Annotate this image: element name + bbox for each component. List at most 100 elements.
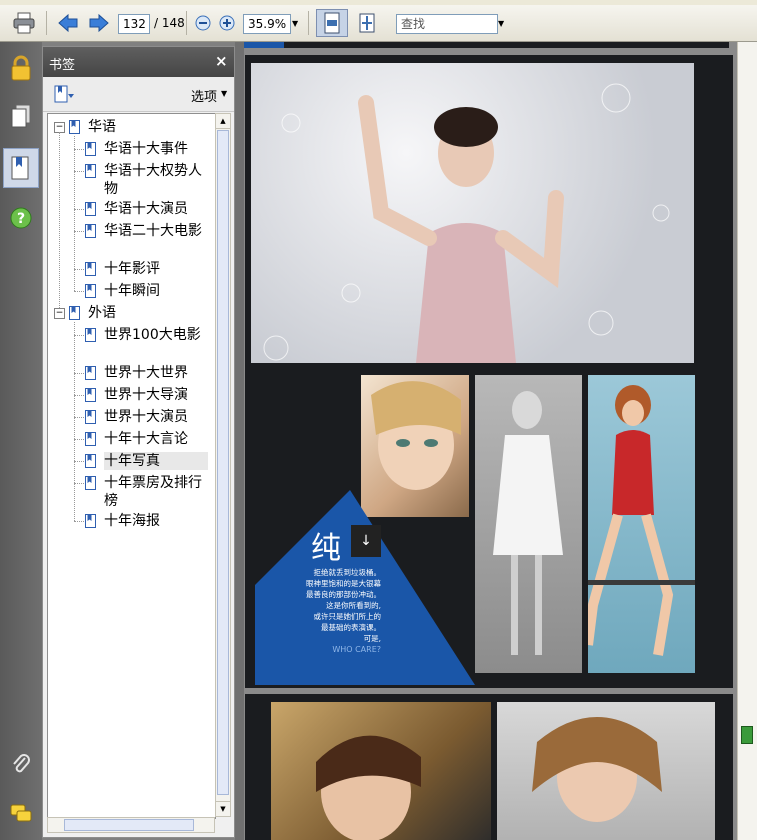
tree-line <box>74 395 84 396</box>
bookmark-item[interactable]: 十年影评 <box>104 260 208 278</box>
bookmark-group-foreign[interactable]: 外语 <box>88 304 208 322</box>
photo-next-right <box>497 702 715 840</box>
poem-line: 拒绝就丢到垃圾桶。 <box>313 568 382 577</box>
tree-line <box>59 132 60 312</box>
new-bookmark-button[interactable] <box>53 84 75 108</box>
prev-page-button[interactable] <box>55 9 81 37</box>
lock-icon <box>11 55 31 81</box>
tree-line <box>74 373 84 374</box>
tree-line <box>74 231 84 232</box>
security-button[interactable] <box>5 52 37 84</box>
bookmark-icon <box>69 120 80 134</box>
document-vertical-scrollbar[interactable] <box>737 42 757 840</box>
document-scroll-thumb[interactable] <box>741 726 753 744</box>
search-dropdown-icon[interactable]: ▼ <box>498 19 504 28</box>
zoom-in-button[interactable] <box>217 9 237 37</box>
bookmark-icon <box>85 164 96 178</box>
tree-line <box>74 461 84 462</box>
zoom-input[interactable]: 35.9% <box>243 14 291 34</box>
bookmarks-panel-title: 书签 <box>49 58 76 73</box>
new-bookmark-icon <box>54 85 74 103</box>
bookmarks-button[interactable] <box>3 148 39 188</box>
bookmark-item[interactable]: 十年海报 <box>104 512 208 530</box>
bookmarks-toolbar: 选项 ▼ <box>43 77 234 112</box>
panel-splitter[interactable] <box>235 42 244 840</box>
attachments-button[interactable] <box>5 748 37 780</box>
options-menu[interactable]: 选项 <box>191 86 217 105</box>
tree-horizontal-scrollbar[interactable] <box>47 817 215 833</box>
zoom-out-icon <box>195 15 211 31</box>
tree-line <box>74 439 84 440</box>
help-button[interactable]: ? <box>5 202 37 234</box>
poem-line: 眼神里饱和的是大银幕 <box>306 579 381 588</box>
zoom-dropdown-icon[interactable]: ▼ <box>292 19 298 28</box>
fit-page-icon <box>359 13 375 33</box>
poem-line: 或许只是她们所上的 <box>313 612 382 621</box>
photo-main <box>251 63 694 363</box>
big-character: 纯 <box>311 531 341 566</box>
scroll-thumb[interactable] <box>217 130 229 795</box>
zoom-out-button[interactable] <box>193 9 213 37</box>
fit-width-button[interactable] <box>316 9 348 37</box>
poem-line: 这是你所看到的, <box>326 601 381 610</box>
bookmark-icon <box>85 476 96 490</box>
fit-page-button[interactable] <box>353 9 381 37</box>
bookmark-item[interactable]: 世界十大演员 <box>104 408 208 426</box>
prev-page-icon <box>58 13 78 33</box>
options-dropdown-icon[interactable]: ▼ <box>221 89 227 98</box>
tree-line <box>74 149 84 150</box>
pages-button[interactable] <box>5 100 37 132</box>
bookmark-icon <box>85 388 96 402</box>
bookmark-item[interactable]: 世界十大导演 <box>104 386 208 404</box>
bookmark-item[interactable]: 十年票房及排行榜 <box>104 474 208 510</box>
svg-text:?: ? <box>17 211 25 227</box>
tree-line <box>74 209 84 210</box>
bookmark-icon <box>85 202 96 216</box>
comments-icon <box>10 804 32 822</box>
bookmark-item[interactable]: 华语十大演员 <box>104 200 208 218</box>
hscroll-thumb[interactable] <box>64 819 194 831</box>
bookmark-item[interactable]: 十年十大言论 <box>104 430 208 448</box>
pages-icon <box>11 104 31 128</box>
scroll-down-icon[interactable]: ▼ <box>216 801 230 816</box>
comments-button[interactable] <box>5 798 37 830</box>
fit-width-icon <box>324 12 340 34</box>
tree-line <box>74 483 84 484</box>
document-view: 纯 ↓ 拒绝就丢到垃圾桶。 眼神里饱和的是大银幕 最善良的那部份冲动。 这是你所看到的… <box>244 42 737 840</box>
tree-vertical-scrollbar[interactable]: ▲ ▼ <box>215 113 231 817</box>
bookmark-tree: − 华语 华语十大事件 华语十大权势人物 华语十大演员 华语二十大电影 十年影评 十年瞬间 − 外… <box>47 113 216 819</box>
search-input[interactable]: 查找 <box>396 14 498 34</box>
tree-line <box>74 335 84 336</box>
tree-line <box>74 521 84 522</box>
bookmark-icon <box>69 306 80 320</box>
bookmark-item[interactable]: 华语十大权势人物 <box>104 162 208 198</box>
collapse-toggle[interactable]: − <box>54 308 65 319</box>
bookmark-item[interactable]: 世界100大电影 <box>104 326 208 344</box>
bookmark-group-chinese[interactable]: 华语 <box>88 118 208 136</box>
page-number-input[interactable]: 132 <box>118 14 150 34</box>
pdf-page[interactable]: 纯 ↓ 拒绝就丢到垃圾桶。 眼神里饱和的是大银幕 最善良的那部份冲动。 这是你所看到的… <box>245 55 733 688</box>
bookmarks-panel: 书签 × 选项 ▼ − 华语华语十大事件华语十大权势人物华语十大演员 华语二十大电影… <box>42 46 235 838</box>
bookmark-icon <box>85 432 96 446</box>
photo-red-swimsuit <box>588 375 695 673</box>
bookmark-icon <box>85 262 96 276</box>
bookmark-item[interactable]: 世界十大世界 <box>104 364 208 382</box>
toolbar-separator <box>308 11 309 35</box>
bookmark-item[interactable]: 华语二十大电影 <box>104 222 208 240</box>
next-page-button[interactable] <box>86 9 112 37</box>
tree-line <box>74 291 84 292</box>
bookmark-icon <box>85 514 96 528</box>
previous-page-edge <box>244 42 729 48</box>
navigation-pane: ? <box>0 42 42 840</box>
toolbar-separator <box>46 11 47 35</box>
print-button[interactable] <box>8 9 40 37</box>
bookmarks-icon <box>11 156 29 180</box>
close-icon[interactable]: × <box>215 52 228 70</box>
bookmark-item[interactable]: 十年瞬间 <box>104 282 208 300</box>
toolbar-separator <box>186 11 187 35</box>
bookmark-icon <box>85 142 96 156</box>
bookmark-item[interactable]: 华语十大事件 <box>104 140 208 158</box>
bookmark-item[interactable]: 十年写真 <box>104 452 208 470</box>
scroll-up-icon[interactable]: ▲ <box>216 114 230 129</box>
pdf-next-page[interactable] <box>245 694 733 840</box>
